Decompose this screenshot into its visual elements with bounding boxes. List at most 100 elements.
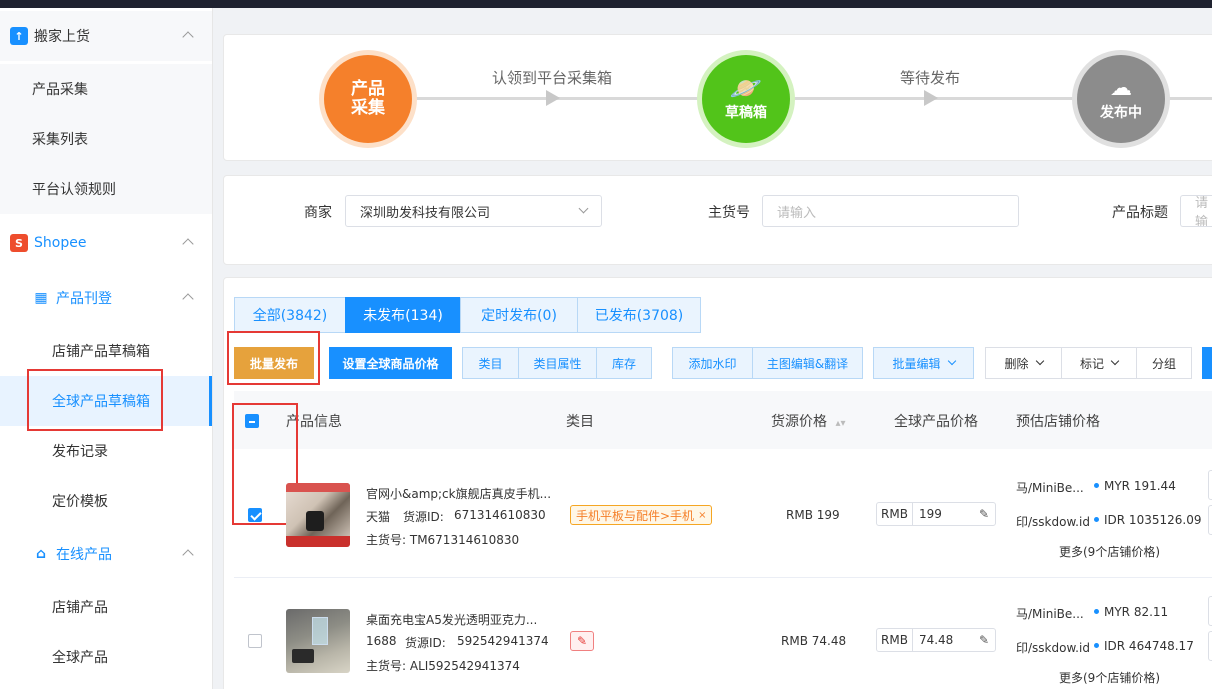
row-checkbox[interactable] [248,634,262,648]
chevron-down-icon [1035,356,1044,366]
sidebar-item-pricing-template[interactable]: 定价模板 [0,476,212,526]
sidebar-group-listing[interactable]: ▦ 产品刊登 [0,273,212,323]
stock-button[interactable]: 库存 [596,347,652,379]
tab-label: 未发布(134) [363,308,443,324]
category-attr-button[interactable]: 类目属性 [518,347,597,379]
chevron-up-icon [182,238,194,250]
chevron-down-icon [578,203,589,214]
sidebar-item-product-collect[interactable]: 产品采集 [0,64,212,114]
edit-icon[interactable]: ✎ [979,633,995,647]
shop-price: IDR 464748.17 [1104,639,1194,653]
sidebar-item-label: 发布记录 [52,444,108,460]
mark-dropdown[interactable]: 标记 [1061,347,1137,379]
tab-label: 定时发布(0) [481,308,557,324]
product-title[interactable]: 桌面充电宝A5发光透明亚克力... [366,611,537,628]
dot-icon [1094,517,1099,522]
sidebar-item-collect-list[interactable]: 采集列表 [0,114,212,164]
sidebar: ↑ 搬家上货 产品采集 采集列表 平台认领规则 S Shopee ▦ 产品刊登 … [0,8,213,689]
add-watermark-button[interactable]: 添加水印 [672,347,753,379]
tab-unpublished[interactable]: 未发布(134) [345,297,461,333]
tab-published[interactable]: 已发布(3708) [577,297,701,333]
shop-name: 马/MiniBe... [1016,481,1084,495]
group-button[interactable]: 分组 [1136,347,1192,379]
title-input[interactable]: 请输 [1180,195,1212,227]
currency-prefix: RMB [877,503,913,525]
chevron-down-icon [1110,356,1120,366]
category-tag[interactable]: 手机平板与配件>手机 × [570,505,713,525]
sku-input[interactable]: 请输入 [762,195,1019,227]
more-button[interactable] [1202,347,1212,379]
row-action-button[interactable] [1208,596,1212,626]
row-divider [234,577,1212,578]
close-icon[interactable]: × [698,510,706,521]
batch-edit-dropdown[interactable]: 批量编辑 [873,347,974,379]
step-connector [1159,97,1212,100]
sidebar-group-online[interactable]: ⌂ 在线产品 [0,529,212,579]
button-label: 类目 [478,356,503,371]
sidebar-group-label: 产品刊登 [56,291,112,307]
category-tag-label: 手机平板与配件>手机 [576,508,695,523]
button-label: 设置全球商品价格 [342,356,439,371]
sidebar-group-label: 在线产品 [56,547,112,563]
more-shop-prices-link[interactable]: 更多(9个店铺价格) [1059,543,1160,560]
product-thumbnail[interactable] [286,609,350,673]
category-button[interactable]: 类目 [462,347,519,379]
merchant-select[interactable]: 深圳助发科技有限公司 [345,195,602,227]
button-label: 主图编辑&翻译 [766,356,849,371]
tab-scheduled[interactable]: 定时发布(0) [460,297,578,333]
shop-name: 马/MiniBe... [1016,607,1084,621]
sidebar-group-shopee[interactable]: S Shopee [0,218,212,268]
shop-price: MYR 82.11 [1104,605,1169,619]
chevron-up-icon [182,293,194,305]
sidebar-item-global-products[interactable]: 全球产品 [0,632,212,682]
edit-icon[interactable]: ✎ [979,507,995,521]
button-label: 批量编辑 [892,356,941,371]
set-global-price-button[interactable]: 设置全球商品价格 [329,347,452,379]
sidebar-item-label: 采集列表 [32,132,88,148]
tab-all[interactable]: 全部(3842) [234,297,346,333]
global-price-input[interactable]: RMB 74.48 ✎ [876,628,996,652]
sidebar-item-label: 全球产品 [52,650,108,666]
product-thumbnail[interactable] [286,483,350,547]
row-action-button[interactable] [1208,631,1212,661]
dot-icon [1094,483,1099,488]
cloud-upload-icon: ☁ [1110,76,1132,101]
sidebar-item-label: 定价模板 [52,494,108,510]
tab-label: 全部(3842) [252,308,328,324]
sidebar-item-shop-products[interactable]: 店铺产品 [0,582,212,632]
top-bar [0,0,1212,8]
product-title[interactable]: 官网小&amp;ck旗舰店真皮手机... [366,485,551,502]
title-placeholder: 请输 [1195,196,1209,227]
more-shop-prices-link[interactable]: 更多(9个店铺价格) [1059,669,1160,686]
chevron-up-icon [182,549,194,561]
row-action-button[interactable] [1208,470,1212,500]
row-checkbox[interactable] [248,508,262,522]
step-publishing: ☁ 发布中 [1077,55,1165,143]
chevron-down-icon [947,356,956,366]
grid-icon: ▦ [34,290,48,306]
sidebar-item-publish-records[interactable]: 发布记录 [0,426,212,476]
edit-icon: ✎ [576,634,588,648]
source-platform[interactable]: 天猫 [366,508,390,525]
source-price: RMB 199 [786,508,840,522]
highlight-box-batch-publish [227,331,320,385]
button-label: 类目属性 [533,356,582,371]
planet-icon: 🪐 [729,74,763,104]
global-price-input[interactable]: RMB 199 ✎ [876,502,996,526]
main-image-edit-button[interactable]: 主图编辑&翻译 [752,347,863,379]
sidebar-group-label: 搬家上货 [34,29,90,45]
source-id: 671314610830 [454,508,546,522]
sku-placeholder: 请输入 [777,205,817,221]
sidebar-group-move[interactable]: ↑ 搬家上货 [0,11,212,61]
source-platform[interactable]: 1688 [366,634,397,648]
edit-category-button[interactable]: ✎ [570,631,594,651]
row-action-button[interactable] [1208,505,1212,535]
step-collect: 产品 采集 [324,55,412,143]
sidebar-item-label: 店铺产品 [52,600,108,616]
header-label: 货源价格 [771,414,827,430]
shop-name: 印/sskdow.id [1016,641,1090,655]
sidebar-item-claim-rules[interactable]: 平台认领规则 [0,164,212,214]
sku-label: 主货号 [708,205,750,221]
header-source-price[interactable]: 货源价格 ▴▾ [771,411,846,431]
delete-dropdown[interactable]: 删除 [985,347,1062,379]
